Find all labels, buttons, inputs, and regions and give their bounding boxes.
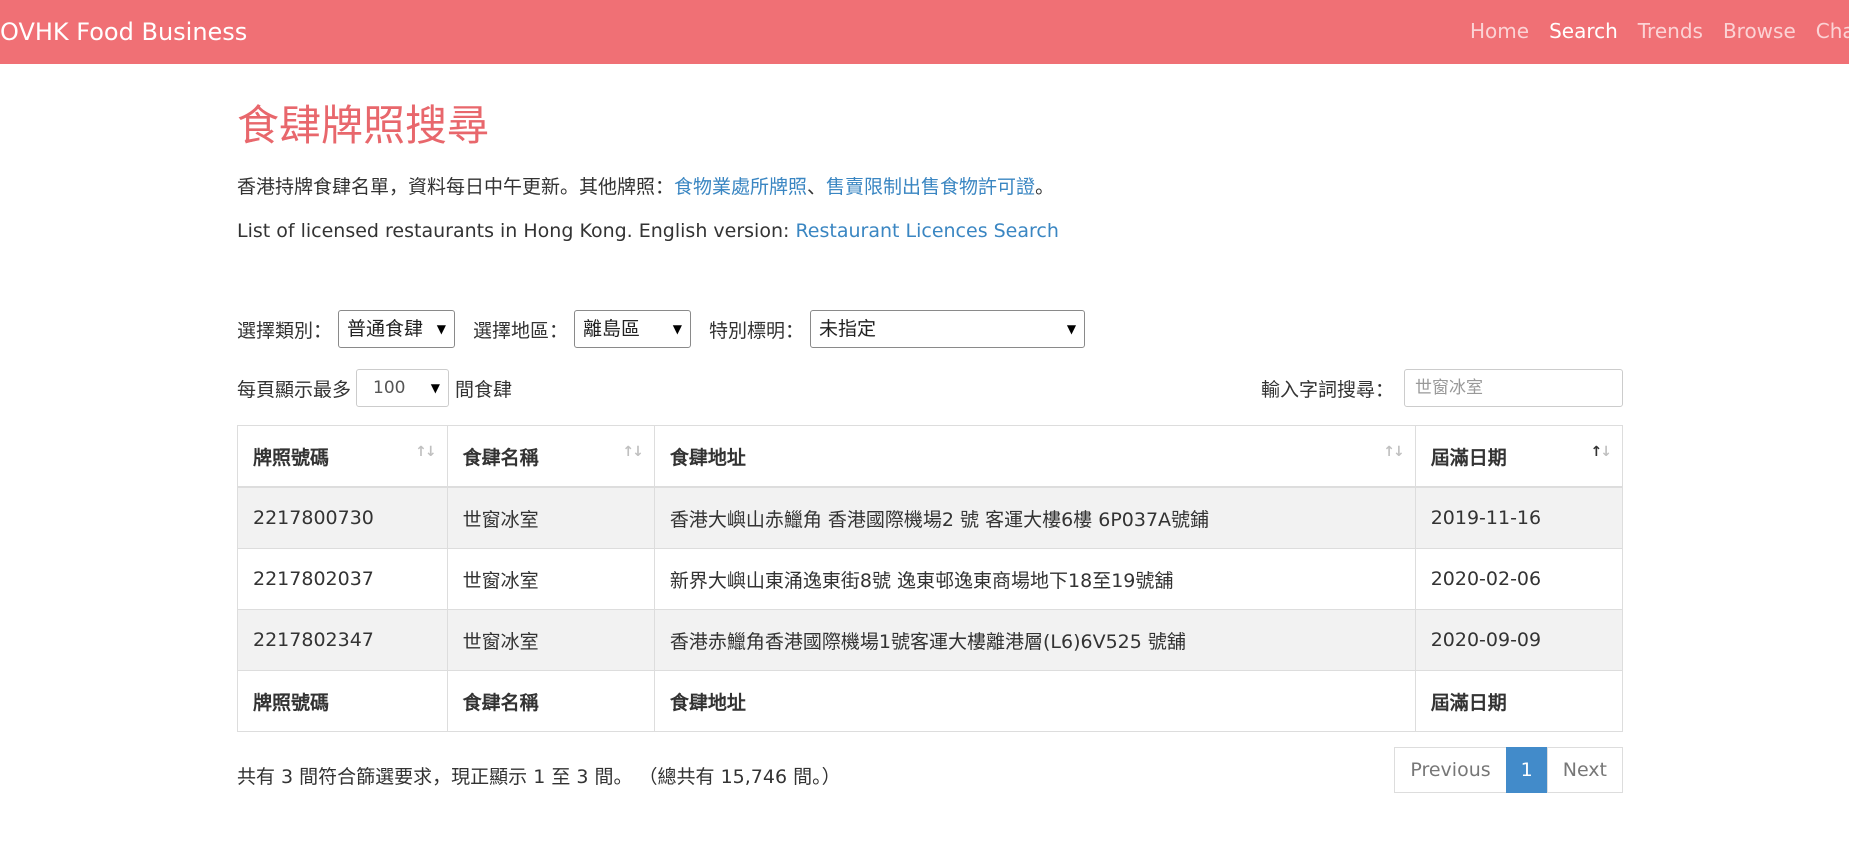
intro-english-text: List of licensed restaurants in Hong Kon… (237, 220, 796, 242)
category-select[interactable]: 普通食肆 ▼ (338, 310, 456, 348)
table-info: 共有 3 間符合篩選要求，現正顯示 1 至 3 間。 （總共有 15,746 間… (237, 766, 841, 788)
intro-end: 。 (1035, 176, 1055, 198)
pagination: Previous 1 Next (1394, 747, 1623, 793)
table-row[interactable]: 2217802037 世窗冰室 新界大嶼山東涌逸東街8號 逸東邨逸東商場地下18… (237, 548, 1624, 610)
district-select[interactable]: 離島區 ▼ (574, 310, 692, 348)
cell-licence-number: 2217802037 (237, 548, 448, 610)
page-length-select[interactable]: 100 ▼ (356, 369, 450, 407)
chevron-down-icon: ▼ (430, 381, 441, 395)
intro-separator: 、 (807, 176, 827, 198)
cell-restaurant-name: 世窗冰室 (446, 609, 655, 671)
page-length-value: 100 (373, 378, 406, 398)
cell-licence-number: 2217802347 (237, 609, 448, 671)
page-title: 食肆牌照搜尋 (237, 101, 490, 150)
filter-bar: 選擇類別： 普通食肆 ▼ 選擇地區： 離島區 ▼ 特別標明： 未指定 ▼ (237, 308, 1086, 350)
district-label: 選擇地區： (473, 319, 569, 342)
chevron-down-icon: ▼ (672, 322, 683, 336)
search-control: 輸入字詞搜尋： 世窗冰室 (1261, 368, 1623, 408)
cell-restaurant-name: 世窗冰室 (446, 548, 655, 610)
cell-expiry-date: 2019-11-16 (1414, 486, 1624, 549)
footer-expiry-date: 屆滿日期 (1414, 670, 1624, 732)
footer-licence-number: 牌照號碼 (237, 670, 448, 732)
cell-address: 香港大嶼山赤鱲角 香港國際機場2 號 客運大樓6樓 6P037A號鋪 (653, 486, 1416, 549)
table-header-row: 牌照號碼 ↑↓ 食肆名稱 ↑↓ 食肆地址 ↑↓ 屆滿日期 ↑↓ (237, 425, 1624, 488)
nav-search[interactable]: Search (1539, 0, 1628, 64)
length-suffix: 間食肆 (455, 378, 513, 401)
brand-link[interactable]: OVHK Food Business (0, 0, 247, 64)
sort-icon: ↑↓ (415, 444, 437, 460)
sort-icon: ↑↓ (622, 444, 644, 460)
nav-home[interactable]: Home (1460, 0, 1539, 64)
intro-chinese-text: 香港持牌食肆名單，資料每日中午更新。其他牌照： (237, 176, 675, 198)
header-licence-number[interactable]: 牌照號碼 ↑↓ (237, 425, 448, 488)
category-label: 選擇類別： (237, 319, 333, 342)
sort-icon: ↑↓ (1383, 444, 1405, 460)
intro-chinese: 香港持牌食肆名單，資料每日中午更新。其他牌照：食物業處所牌照、售賣限制出售食物許… (237, 172, 1054, 199)
page-1-button[interactable]: 1 (1505, 747, 1548, 793)
length-prefix: 每頁顯示最多 (237, 378, 352, 401)
restricted-food-permit-link[interactable]: 售賣限制出售食物許可證 (826, 176, 1035, 198)
nav-trends[interactable]: Trends (1628, 0, 1713, 64)
sort-ascending-icon: ↑↓ (1590, 444, 1613, 460)
header-expiry-date[interactable]: 屆滿日期 ↑↓ (1414, 425, 1624, 488)
search-label: 輸入字詞搜尋： (1260, 378, 1394, 401)
table-footer-row: 牌照號碼 食肆名稱 食肆地址 屆滿日期 (237, 670, 1624, 732)
english-version-link[interactable]: Restaurant Licences Search (795, 220, 1058, 242)
cell-expiry-date: 2020-09-09 (1414, 609, 1624, 671)
restaurant-table: 牌照號碼 ↑↓ 食肆名稱 ↑↓ 食肆地址 ↑↓ 屆滿日期 ↑↓ 2217800730 世… (237, 425, 1624, 732)
cell-address: 香港赤鱲角香港國際機場1號客運大樓離港層(L6)6V525 號舖 (653, 609, 1416, 671)
previous-button[interactable]: Previous (1394, 747, 1507, 793)
header-label: 屆滿日期 (1430, 446, 1507, 469)
cell-expiry-date: 2020-02-06 (1414, 548, 1624, 610)
table-row[interactable]: 2217802347 世窗冰室 香港赤鱲角香港國際機場1號客運大樓離港層(L6)… (237, 609, 1624, 671)
special-select[interactable]: 未指定 ▼ (810, 310, 1086, 348)
nav-change[interactable]: Change (1806, 0, 1849, 64)
header-label: 食肆地址 (669, 446, 746, 469)
chevron-down-icon: ▼ (1066, 322, 1077, 336)
district-value: 離島區 (583, 318, 641, 340)
chevron-down-icon: ▼ (436, 322, 447, 336)
search-input[interactable]: 世窗冰室 (1404, 369, 1623, 407)
nav-browse[interactable]: Browse (1713, 0, 1806, 64)
footer-address: 食肆地址 (653, 670, 1416, 732)
cell-restaurant-name: 世窗冰室 (446, 486, 655, 549)
nav-menu: Home Search Trends Browse Change (1460, 0, 1849, 64)
header-restaurant-name[interactable]: 食肆名稱 ↑↓ (446, 425, 655, 488)
table-row[interactable]: 2217800730 世窗冰室 香港大嶼山赤鱲角 香港國際機場2 號 客運大樓6… (237, 486, 1624, 549)
header-address[interactable]: 食肆地址 ↑↓ (653, 425, 1416, 488)
intro-english: List of licensed restaurants in Hong Kon… (237, 220, 1059, 242)
special-value: 未指定 (819, 318, 877, 340)
navbar: OVHK Food Business Home Search Trends Br… (0, 0, 1849, 64)
cell-address: 新界大嶼山東涌逸東街8號 逸東邨逸東商場地下18至19號舖 (653, 548, 1416, 610)
header-label: 牌照號碼 (253, 446, 330, 469)
header-label: 食肆名稱 (462, 446, 539, 469)
page-length-control: 每頁顯示最多 100 ▼ 間食肆 (237, 368, 512, 408)
food-premises-licence-link[interactable]: 食物業處所牌照 (674, 176, 807, 198)
special-label: 特別標明： (709, 319, 805, 342)
cell-licence-number: 2217800730 (237, 486, 448, 549)
next-button[interactable]: Next (1546, 747, 1623, 793)
footer-restaurant-name: 食肆名稱 (446, 670, 655, 732)
category-value: 普通食肆 (347, 318, 424, 340)
